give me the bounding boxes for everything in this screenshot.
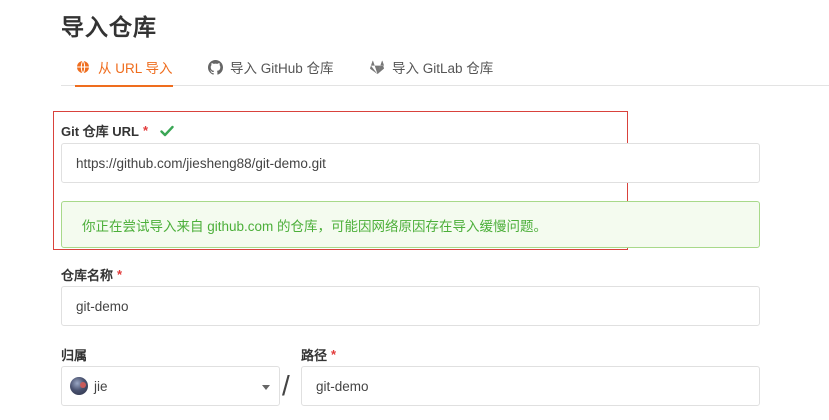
path-input[interactable]: git-demo: [301, 366, 760, 406]
required-mark: *: [331, 347, 337, 362]
git-url-label: Git 仓库 URL *: [61, 121, 174, 140]
import-tabs: 从 URL 导入 导入 GitHub 仓库 导入 GitLab 仓库: [61, 48, 829, 87]
required-mark: *: [143, 123, 149, 138]
tab-import-github[interactable]: 导入 GitHub 仓库: [207, 48, 334, 86]
gitlab-icon: [369, 59, 385, 75]
globe-icon: [75, 59, 91, 75]
repo-name-input[interactable]: git-demo: [61, 286, 760, 326]
page-title: 导入仓库: [61, 14, 157, 40]
check-icon: [160, 125, 174, 137]
owner-value: jie: [94, 378, 108, 394]
owner-label: 归属: [61, 348, 88, 363]
path-separator: /: [282, 370, 290, 401]
network-notice: 你正在尝试导入来自 github.com 的仓库，可能因网络原因存在导入缓慢问题…: [61, 201, 760, 248]
avatar: [70, 377, 88, 395]
tab-import-from-url[interactable]: 从 URL 导入: [75, 48, 173, 87]
tab-label: 从 URL 导入: [98, 61, 173, 76]
repo-name-label: 仓库名称 *: [61, 267, 123, 283]
git-url-input[interactable]: https://github.com/jiesheng88/git-demo.g…: [61, 143, 760, 183]
tab-label: 导入 GitHub 仓库: [230, 61, 334, 76]
required-mark: *: [117, 267, 123, 282]
tab-label: 导入 GitLab 仓库: [392, 61, 494, 76]
chevron-down-icon: [262, 385, 270, 390]
path-label: 路径 *: [301, 347, 337, 363]
tab-import-gitlab[interactable]: 导入 GitLab 仓库: [369, 48, 493, 86]
owner-select[interactable]: jie: [61, 366, 280, 406]
github-icon: [207, 59, 223, 75]
